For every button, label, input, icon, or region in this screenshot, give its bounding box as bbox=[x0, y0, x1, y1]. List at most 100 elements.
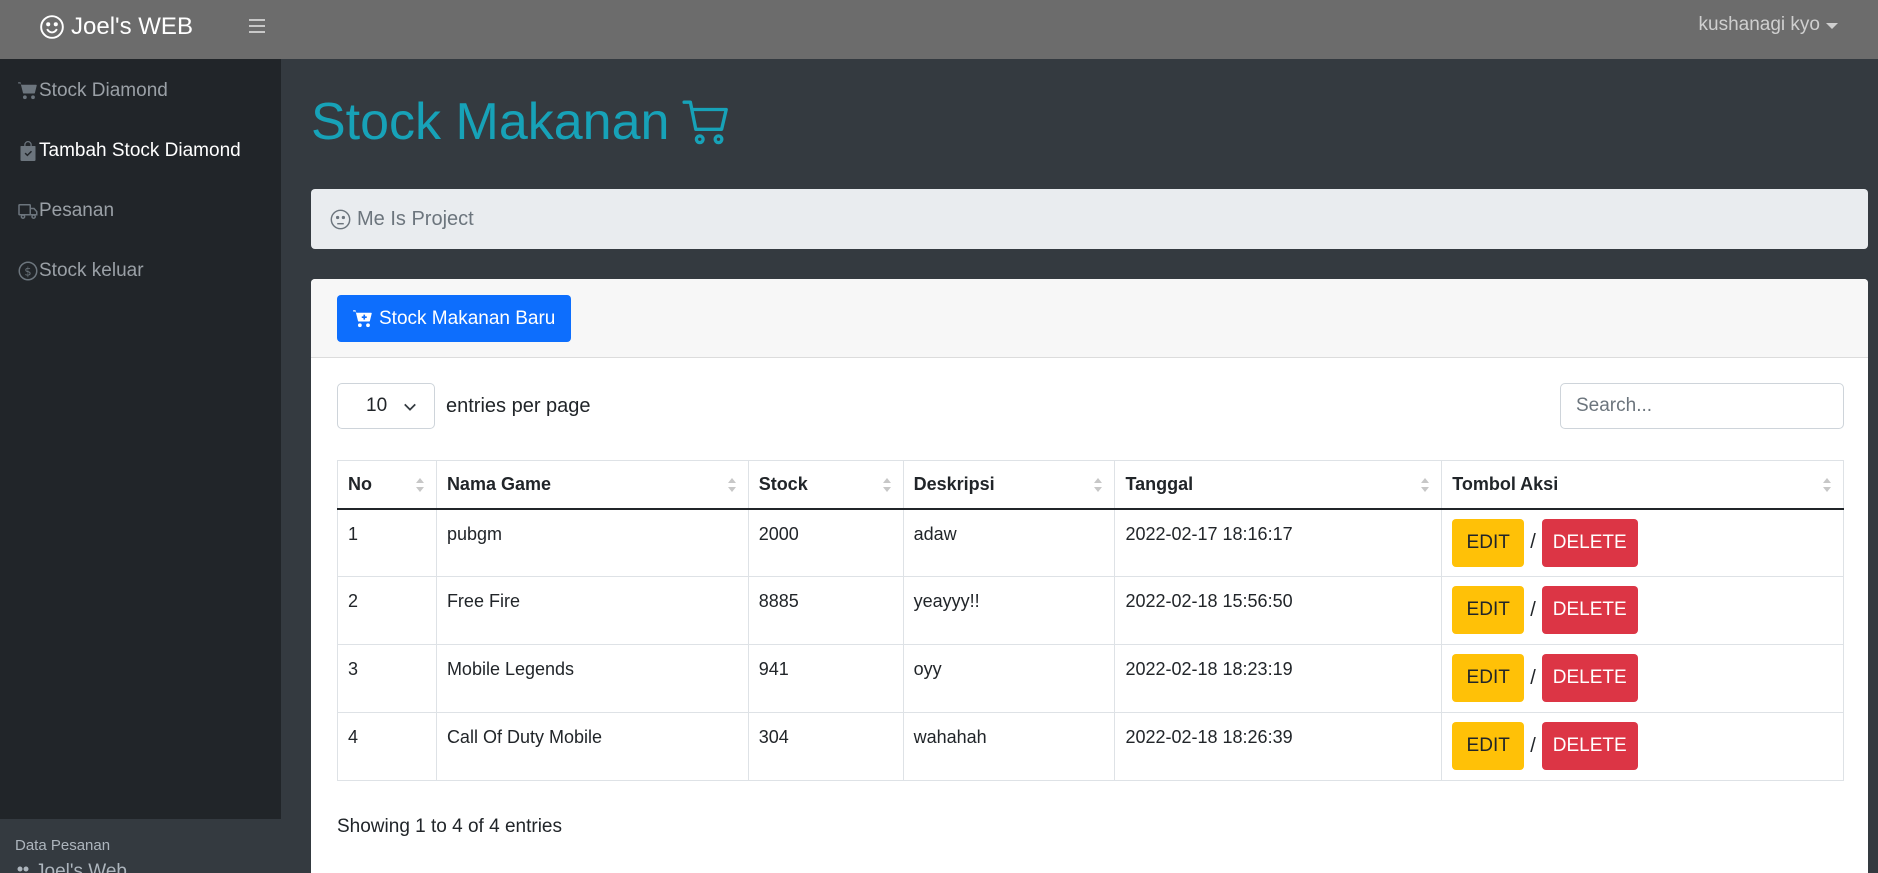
column-header-label: Tanggal bbox=[1125, 473, 1194, 494]
cell-nama-game: Free Fire bbox=[435, 576, 749, 645]
cart-icon bbox=[18, 82, 37, 100]
cell-deskripsi: oyy bbox=[902, 644, 1116, 713]
page-title: Stock Makanan bbox=[311, 90, 731, 154]
column-header-deskripsi[interactable]: Deskripsi bbox=[902, 460, 1116, 510]
cell-no: 3 bbox=[337, 644, 437, 713]
column-header-label: Deskripsi bbox=[913, 473, 995, 494]
cell-stock: 2000 bbox=[747, 508, 904, 577]
cell-tanggal: 2022-02-17 18:16:17 bbox=[1114, 508, 1443, 577]
new-stock-button[interactable]: Stock Makanan Baru bbox=[337, 295, 572, 342]
column-header-nama-game[interactable]: Nama Game bbox=[435, 460, 749, 510]
caret-down-icon bbox=[1826, 23, 1838, 29]
row-actions: EDIT / DELETE bbox=[1452, 586, 1833, 634]
sidebar: Stock Diamond Tambah Stock Diamond Pesan… bbox=[0, 59, 281, 819]
row-actions: EDIT / DELETE bbox=[1452, 722, 1833, 770]
column-header-label: Stock bbox=[758, 473, 808, 494]
cell-stock: 8885 bbox=[747, 576, 904, 645]
action-separator: / bbox=[1530, 531, 1536, 553]
entries-per-page-label: entries per page bbox=[446, 395, 591, 417]
new-stock-button-label: Stock Makanan Baru bbox=[379, 307, 556, 329]
edit-button[interactable]: EDIT bbox=[1452, 518, 1525, 567]
row-actions: EDIT / DELETE bbox=[1452, 518, 1833, 567]
cell-tanggal: 2022-02-18 18:26:39 bbox=[1114, 712, 1443, 781]
brand-link[interactable]: Joel's WEB bbox=[39, 12, 193, 42]
table-header-row: No Nama Game Stock Deskripsi Tanggal Tom… bbox=[337, 460, 1844, 510]
cell-actions: EDIT / DELETE bbox=[1441, 508, 1844, 577]
cell-deskripsi: adaw bbox=[902, 508, 1116, 577]
brand-text: Joel's WEB bbox=[71, 13, 193, 40]
cell-actions: EDIT / DELETE bbox=[1441, 712, 1844, 781]
cell-tanggal: 2022-02-18 15:56:50 bbox=[1114, 576, 1443, 645]
sidebar-item-stock-diamond[interactable]: Stock Diamond bbox=[18, 76, 168, 106]
user-dropdown[interactable]: kushanagi kyo bbox=[1699, 14, 1838, 36]
user-name: kushanagi kyo bbox=[1698, 14, 1820, 35]
column-header-stock[interactable]: Stock bbox=[747, 460, 904, 510]
cell-actions: EDIT / DELETE bbox=[1441, 644, 1844, 713]
cell-deskripsi: yeayyy!! bbox=[902, 576, 1116, 645]
table-row: 4 Call Of Duty Mobile 304 wahahah 2022-0… bbox=[337, 712, 1844, 781]
edit-button[interactable]: EDIT bbox=[1452, 722, 1525, 770]
data-card: Stock Makanan Baru 10 entries per page N… bbox=[311, 279, 1868, 873]
entries-per-page-value: 10 bbox=[366, 395, 388, 416]
cell-actions: EDIT / DELETE bbox=[1441, 576, 1844, 645]
sidebar-item-label: Pesanan bbox=[39, 200, 115, 221]
column-header-no[interactable]: No bbox=[337, 460, 437, 510]
cell-stock: 941 bbox=[747, 644, 904, 713]
sidebar-footer-label: Data Pesanan bbox=[15, 837, 111, 854]
cart-icon bbox=[682, 100, 729, 145]
top-navbar: Joel's WEB kushanagi kyo bbox=[0, 0, 1878, 59]
sidebar-footer-brand: Joel's Web bbox=[15, 861, 127, 873]
delete-button[interactable]: DELETE bbox=[1541, 586, 1638, 634]
sidebar-item-pesanan[interactable]: Pesanan bbox=[18, 196, 114, 226]
delete-button[interactable]: DELETE bbox=[1541, 518, 1638, 567]
sidebar-item-label: Tambah Stock Diamond bbox=[39, 140, 241, 161]
search-input[interactable] bbox=[1560, 383, 1844, 429]
card-header: Stock Makanan Baru bbox=[311, 279, 1868, 358]
sort-icon bbox=[1094, 478, 1103, 492]
action-separator: / bbox=[1530, 598, 1536, 621]
sort-icon bbox=[882, 478, 891, 492]
sort-icon bbox=[415, 478, 424, 492]
action-separator: / bbox=[1530, 734, 1536, 757]
breadcrumb: Me Is Project bbox=[311, 189, 1868, 249]
hamburger-icon-line bbox=[249, 25, 265, 27]
cell-no: 1 bbox=[337, 508, 437, 577]
hamburger-icon bbox=[249, 19, 265, 21]
page-title-text: Stock Makanan bbox=[311, 93, 670, 151]
column-header-label: Tombol Aksi bbox=[1452, 473, 1559, 494]
smiley-icon bbox=[40, 15, 64, 39]
edit-button[interactable]: EDIT bbox=[1452, 654, 1525, 702]
sidebar-toggle-button[interactable] bbox=[246, 15, 268, 37]
sidebar-item-stock-keluar[interactable]: $ Stock keluar bbox=[18, 256, 144, 286]
chevron-down-icon bbox=[404, 403, 416, 411]
table-row: 1 pubgm 2000 adaw 2022-02-17 18:16:17 ED… bbox=[337, 508, 1844, 577]
column-header-label: Nama Game bbox=[446, 473, 551, 494]
entries-per-page-select[interactable]: 10 bbox=[337, 383, 435, 429]
sidebar-item-label: Stock keluar bbox=[39, 260, 144, 281]
sidebar-item-tambah-stock[interactable]: Tambah Stock Diamond bbox=[18, 136, 241, 166]
column-header-tombol-aksi[interactable]: Tombol Aksi bbox=[1441, 460, 1844, 510]
action-separator: / bbox=[1530, 666, 1536, 689]
delete-button[interactable]: DELETE bbox=[1541, 654, 1638, 702]
cell-nama-game: Mobile Legends bbox=[435, 644, 749, 713]
cell-no: 2 bbox=[337, 576, 437, 645]
cell-tanggal: 2022-02-18 18:23:19 bbox=[1114, 644, 1443, 713]
hamburger-icon-line bbox=[249, 31, 265, 33]
column-header-tanggal[interactable]: Tanggal bbox=[1114, 460, 1443, 510]
sort-icon bbox=[727, 478, 736, 492]
table-info: Showing 1 to 4 of 4 entries bbox=[337, 816, 562, 837]
emoji-neutral-icon bbox=[330, 209, 351, 229]
sidebar-item-label: Stock Diamond bbox=[39, 80, 168, 101]
table-row: 2 Free Fire 8885 yeayyy!! 2022-02-18 15:… bbox=[337, 576, 1844, 645]
sidebar-footer: Data Pesanan Joel's Web bbox=[0, 819, 281, 873]
delete-button[interactable]: DELETE bbox=[1541, 722, 1638, 770]
edit-button[interactable]: EDIT bbox=[1452, 586, 1525, 634]
cell-deskripsi: wahahah bbox=[902, 712, 1116, 781]
svg-text:$: $ bbox=[24, 265, 31, 278]
breadcrumb-text: Me Is Project bbox=[357, 207, 474, 230]
cell-no: 4 bbox=[337, 712, 437, 781]
people-icon bbox=[17, 866, 29, 872]
cart-plus-icon bbox=[353, 309, 372, 327]
bag-check-icon bbox=[20, 141, 36, 161]
coin-icon: $ bbox=[18, 261, 38, 281]
